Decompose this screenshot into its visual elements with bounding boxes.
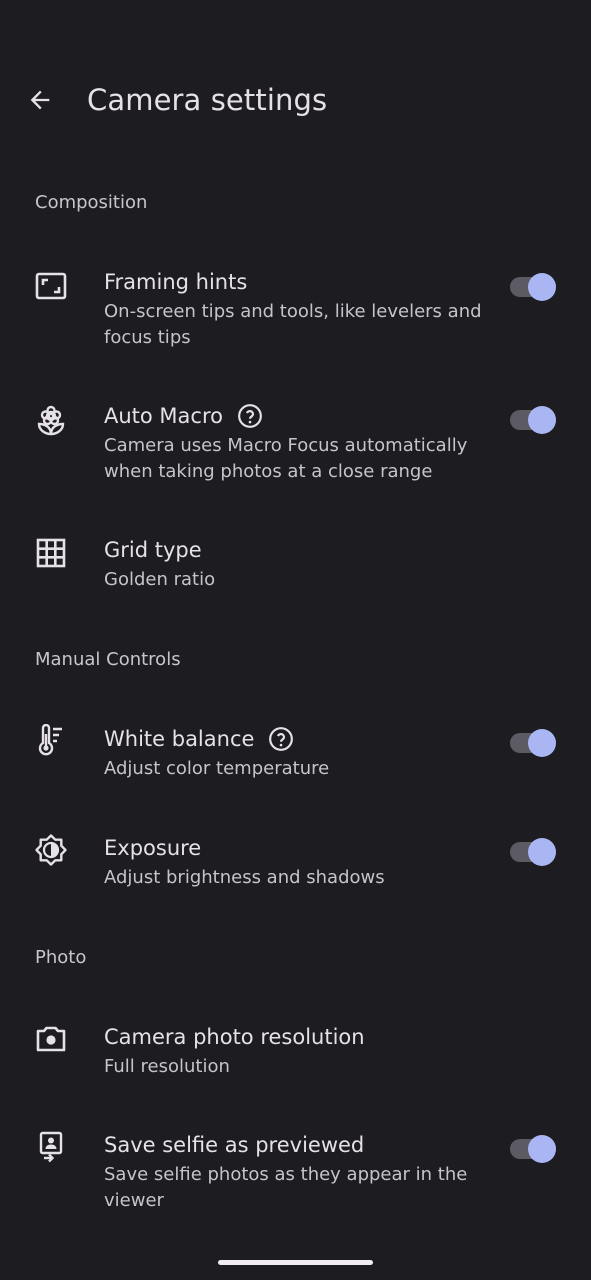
grid-type-label: Grid type bbox=[104, 538, 202, 562]
thermometer-icon bbox=[33, 723, 69, 759]
save-selfie-label: Save selfie as previewed bbox=[104, 1133, 365, 1157]
setting-label: Camera photo resolution bbox=[104, 1023, 484, 1051]
setting-row-white-balance[interactable]: White balance Adjust color temperature bbox=[0, 723, 591, 787]
framing-hints-label: Framing hints bbox=[104, 270, 248, 294]
toggle-thumb bbox=[528, 406, 556, 434]
page-title: Camera settings bbox=[87, 83, 328, 117]
photo-resolution-label: Camera photo resolution bbox=[104, 1025, 365, 1049]
setting-text: Save selfie as previewed Save selfie pho… bbox=[104, 1131, 484, 1214]
toggle-thumb bbox=[528, 729, 556, 757]
save-selfie-toggle[interactable] bbox=[508, 1132, 558, 1166]
exposure-toggle[interactable] bbox=[508, 835, 558, 869]
setting-row-framing-hints[interactable]: Framing hints On-screen tips and tools, … bbox=[0, 268, 591, 360]
setting-label: Grid type bbox=[104, 536, 484, 564]
setting-description: Adjust brightness and shadows bbox=[104, 867, 385, 888]
camera-icon bbox=[33, 1021, 69, 1057]
setting-row-save-selfie[interactable]: Save selfie as previewed Save selfie pho… bbox=[0, 1131, 591, 1223]
help-circle-icon[interactable] bbox=[237, 403, 263, 429]
section-header-photo: Photo bbox=[35, 947, 87, 968]
grid-icon bbox=[33, 535, 69, 571]
setting-label: Save selfie as previewed bbox=[104, 1131, 484, 1159]
setting-value: Golden ratio bbox=[104, 569, 216, 590]
setting-row-grid-type[interactable]: Grid type Golden ratio bbox=[0, 536, 591, 598]
setting-value: Full resolution bbox=[104, 1056, 230, 1077]
setting-text: White balance Adjust color temperature bbox=[104, 725, 484, 782]
setting-description: On-screen tips and tools, like levelers … bbox=[104, 301, 482, 348]
arrow-back-icon bbox=[26, 86, 54, 114]
flower-icon bbox=[33, 402, 69, 438]
exposure-label: Exposure bbox=[104, 836, 202, 860]
toggle-thumb bbox=[528, 273, 556, 301]
app-bar: Camera settings bbox=[0, 64, 591, 136]
setting-label: White balance bbox=[104, 725, 484, 753]
back-button[interactable] bbox=[16, 76, 64, 124]
setting-text: Grid type Golden ratio bbox=[104, 536, 484, 593]
setting-row-photo-resolution[interactable]: Camera photo resolution Full resolution bbox=[0, 1023, 591, 1085]
setting-description: Save selfie photos as they appear in the… bbox=[104, 1164, 468, 1211]
setting-text: Framing hints On-screen tips and tools, … bbox=[104, 268, 484, 351]
exposure-icon bbox=[33, 832, 69, 868]
camera-settings-screen: Camera settings Composition Framing hint… bbox=[0, 0, 591, 1280]
setting-label: Framing hints bbox=[104, 268, 484, 296]
white-balance-toggle[interactable] bbox=[508, 726, 558, 760]
setting-row-auto-macro[interactable]: Auto Macro Camera uses Macro Focus autom… bbox=[0, 402, 591, 494]
section-header-manual-controls: Manual Controls bbox=[35, 649, 181, 670]
toggle-thumb bbox=[528, 1135, 556, 1163]
setting-label: Auto Macro bbox=[104, 402, 484, 430]
setting-row-exposure[interactable]: Exposure Adjust brightness and shadows bbox=[0, 834, 591, 896]
section-header-composition: Composition bbox=[35, 192, 148, 213]
white-balance-label: White balance bbox=[104, 727, 255, 751]
setting-text: Exposure Adjust brightness and shadows bbox=[104, 834, 484, 891]
setting-label: Exposure bbox=[104, 834, 484, 862]
setting-text: Auto Macro Camera uses Macro Focus autom… bbox=[104, 402, 484, 485]
auto-macro-label: Auto Macro bbox=[104, 404, 223, 428]
framing-icon bbox=[33, 268, 69, 304]
setting-text: Camera photo resolution Full resolution bbox=[104, 1023, 484, 1080]
framing-hints-toggle[interactable] bbox=[508, 270, 558, 304]
setting-description: Adjust color temperature bbox=[104, 758, 330, 779]
auto-macro-toggle[interactable] bbox=[508, 403, 558, 437]
gesture-nav-handle[interactable] bbox=[218, 1260, 373, 1265]
toggle-thumb bbox=[528, 838, 556, 866]
setting-description: Camera uses Macro Focus automatically wh… bbox=[104, 435, 468, 482]
selfie-icon bbox=[33, 1129, 69, 1165]
help-circle-icon[interactable] bbox=[268, 726, 294, 752]
